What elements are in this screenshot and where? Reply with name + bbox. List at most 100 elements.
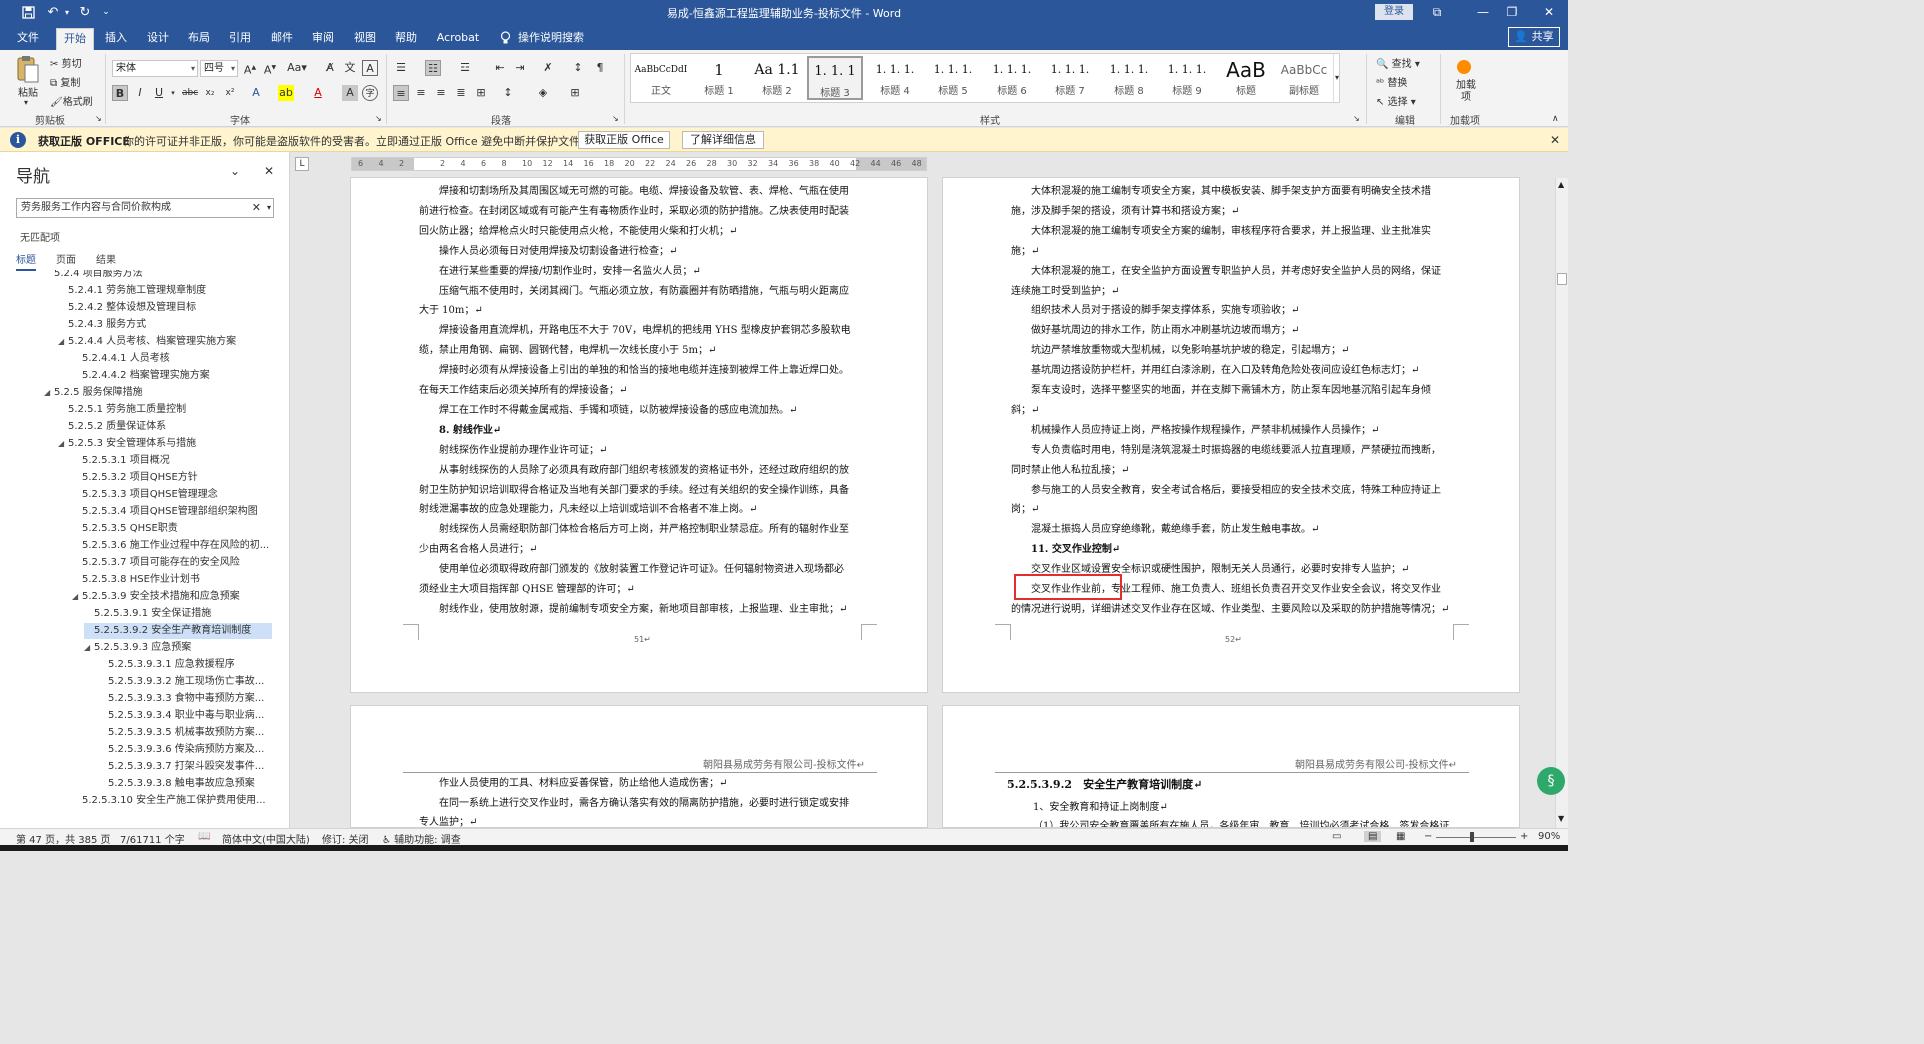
assistant-icon[interactable]: § (1537, 767, 1565, 795)
underline-dropdown-icon[interactable]: ▾ (165, 85, 181, 101)
accessibility-status[interactable]: ♿ 辅助功能: 调查 (382, 831, 461, 846)
horizontal-ruler[interactable]: 6 4 2 2 4 6 8 10 12 14 16 18 20 22 24 26 28 30 32 34 36 38 40 4… (351, 157, 927, 171)
paste-icon[interactable] (16, 54, 42, 84)
decrease-indent-icon[interactable]: ⇤ (492, 60, 508, 76)
nav-heading-item[interactable]: 5.2.5.3.9.3.3 食物中毒预防方案... (98, 691, 272, 707)
style-heading-6[interactable]: 1. 1. 1. 标题 6 (984, 56, 1040, 100)
tab-file[interactable]: 文件 (10, 28, 46, 50)
sort-icon[interactable]: ↕ (570, 60, 586, 76)
nav-heading-item[interactable]: 5.2.4.1 劳务施工管理规章制度 (58, 283, 272, 299)
restore-icon[interactable]: ❐ (1497, 3, 1527, 21)
page-count[interactable]: 第 47 页，共 385 页 (16, 831, 111, 846)
nav-heading-item[interactable]: ◢ 5.2.5.3 安全管理体系与措施 (58, 436, 272, 452)
borders-icon[interactable]: ⊞ (567, 85, 583, 101)
grow-font-icon[interactable]: A▲ (242, 60, 258, 77)
clear-formatting-icon[interactable]: A̸ (322, 60, 338, 76)
clear-search-icon[interactable]: ✕ (252, 199, 261, 217)
style-heading-5[interactable]: 1. 1. 1. 标题 5 (925, 56, 981, 100)
search-dropdown-icon[interactable]: ▾ (267, 199, 271, 217)
tab-insert[interactable]: 插入 (98, 28, 134, 50)
close-nav-icon[interactable]: ✕ (264, 164, 274, 178)
enclose-characters-icon[interactable]: 字 (362, 85, 378, 101)
nav-heading-item[interactable]: 5.2.5.3.5 QHSE职责 (72, 521, 272, 537)
nav-heading-item[interactable]: 5.2.5.3.9.1 安全保证措施 (84, 606, 272, 622)
tab-acrobat[interactable]: Acrobat (433, 28, 483, 50)
nav-heading-item[interactable]: 5.2.5.3.9.2 安全生产教育培训制度 (84, 623, 272, 639)
collapse-triangle-icon[interactable]: ◢ (58, 436, 68, 452)
collapse-triangle-icon[interactable]: ◢ (84, 640, 94, 656)
chinese-layout-icon[interactable]: ✗ (540, 60, 556, 76)
paste-dropdown-icon[interactable]: ▾ (24, 98, 28, 107)
nav-heading-item[interactable]: 5.2.5.3.1 项目概况 (72, 453, 272, 469)
learn-more-button[interactable]: 了解详细信息 (682, 131, 764, 149)
zoom-level[interactable]: 90% (1538, 831, 1560, 842)
page-51[interactable]: 焊接和切割场所及其周围区域无可燃的可能。电缆、焊接设备及软管、表、焊枪、气瓶在使… (350, 177, 928, 693)
paragraph-launcher-icon[interactable]: ↘ (612, 114, 619, 123)
style-heading-9[interactable]: 1. 1. 1. 标题 9 (1159, 56, 1215, 100)
ribbon-display-options-icon[interactable]: ⧉ (1422, 3, 1452, 21)
shading-icon[interactable]: ◈ (535, 85, 551, 101)
print-layout-icon[interactable]: ▤ (1364, 831, 1382, 842)
highlight-icon[interactable]: ab (278, 85, 294, 101)
web-layout-icon[interactable]: ▦ (1396, 831, 1405, 842)
nav-tab-headings[interactable]: 标题 (16, 251, 36, 271)
page-53[interactable]: 朝阳县易成劳务有限公司-投标文件↵ 作业人员使用的工具、材料应妥善保管，防止给他… (350, 705, 928, 828)
nav-heading-item[interactable]: 5.2.5.3.9.3.2 施工现场伤亡事故... (98, 674, 272, 690)
nav-heading-item[interactable]: 5.2.5.1 劳务施工质量控制 (58, 402, 272, 418)
nav-heading-item[interactable]: 5.2.5.3.9.3.4 职业中毒与职业病... (98, 708, 272, 724)
tab-layout[interactable]: 布局 (181, 28, 217, 50)
page-52[interactable]: 大体积混凝的施工编制专项安全方案，其中模板安装、脚手架支护方面要有明确安全技术措… (942, 177, 1520, 693)
italic-icon[interactable]: I (132, 85, 148, 101)
zoom-in-icon[interactable]: + (1520, 831, 1528, 842)
find-button[interactable]: 🔍 查找 ▾ (1376, 55, 1420, 70)
styles-launcher-icon[interactable]: ↘ (1353, 114, 1360, 123)
scrollbar-thumb[interactable] (1557, 273, 1567, 285)
line-spacing-icon[interactable]: ↕ (500, 85, 516, 101)
nav-heading-item[interactable]: ◢ 5.2.5.3.9 安全技术措施和应急预案 (72, 589, 272, 605)
font-color-icon[interactable]: A (310, 85, 326, 101)
tell-me-search[interactable]: 操作说明搜索 (518, 28, 584, 50)
tab-home[interactable]: 开始 (56, 28, 94, 50)
text-effects-icon[interactable]: A (248, 85, 264, 101)
cut-button[interactable]: ✂ 剪切 (50, 55, 82, 70)
style-heading-7[interactable]: 1. 1. 1. 标题 7 (1042, 56, 1098, 100)
tab-mailings[interactable]: 邮件 (264, 28, 300, 50)
addins-icon[interactable] (1457, 60, 1471, 74)
select-button[interactable]: ↖ 选择 ▾ (1376, 93, 1416, 108)
style-subtitle[interactable]: AaBbCc 副标题 (1276, 56, 1332, 100)
language[interactable]: 简体中文(中国大陆) (222, 831, 310, 846)
get-genuine-office-button[interactable]: 获取正版 Office (578, 131, 670, 149)
nav-heading-item[interactable]: 5.2.5.3.6 施工作业过程中存在风险的初... (72, 538, 272, 554)
tab-review[interactable]: 审阅 (305, 28, 341, 50)
nav-heading-item[interactable]: ◢ 5.2.5.3.9.3 应急预案 (84, 640, 272, 656)
format-painter-button[interactable]: 🖌格式刷 (50, 93, 93, 108)
align-center-icon[interactable]: ≡ (413, 85, 429, 101)
nav-heading-item[interactable]: 5.2.5.3.10 安全生产施工保护费用使用... (72, 793, 272, 809)
minimize-icon[interactable]: — (1468, 3, 1498, 21)
nav-heading-item[interactable]: 5.2.5.3.9.3.6 传染病预防方案及... (98, 742, 272, 758)
zoom-out-icon[interactable]: − (1424, 831, 1432, 842)
show-marks-icon[interactable]: ¶ (592, 60, 608, 76)
nav-heading-item[interactable]: 5.2.5.3.4 项目QHSE管理部组织架构图 (72, 504, 272, 520)
character-border-icon[interactable]: A (362, 60, 378, 76)
align-left-icon[interactable]: ≡ (393, 85, 409, 101)
replace-button[interactable]: ᵃᵇ 替换 (1376, 74, 1407, 89)
font-size-select[interactable]: 四号 ▾ (200, 60, 238, 77)
increase-indent-icon[interactable]: ⇥ (512, 60, 528, 76)
font-launcher-icon[interactable]: ↘ (375, 114, 382, 123)
phonetic-guide-icon[interactable]: 文 (342, 60, 358, 76)
styles-more-icon[interactable]: ▾ (1333, 54, 1340, 102)
nav-heading-item[interactable]: ◢ 5.2.5 服务保障措施 (44, 385, 272, 401)
nav-heading-item[interactable]: 5.2.5.3.9.3.8 触电事故应急预案 (98, 776, 272, 792)
style-heading-2[interactable]: Aa 1.1 标题 2 (749, 56, 805, 100)
nav-heading-item[interactable]: 5.2.4.4.2 档案管理实施方案 (72, 368, 272, 384)
shrink-font-icon[interactable]: A▼ (262, 60, 278, 77)
nav-heading-item[interactable]: 5.2.5.3.9.3.5 机械事故预防方案... (98, 725, 272, 741)
tab-help[interactable]: 帮助 (388, 28, 424, 50)
zoom-slider-thumb[interactable] (1470, 832, 1474, 842)
login-button[interactable]: 登录 (1375, 4, 1413, 20)
bold-icon[interactable]: B (112, 85, 128, 101)
addins-button[interactable]: 加载项 (1456, 80, 1476, 104)
scroll-up-icon[interactable]: ▲ (1558, 180, 1564, 189)
nav-heading-item[interactable]: ◢ 5.2.4.4 人员考核、档案管理实施方案 (58, 334, 272, 350)
